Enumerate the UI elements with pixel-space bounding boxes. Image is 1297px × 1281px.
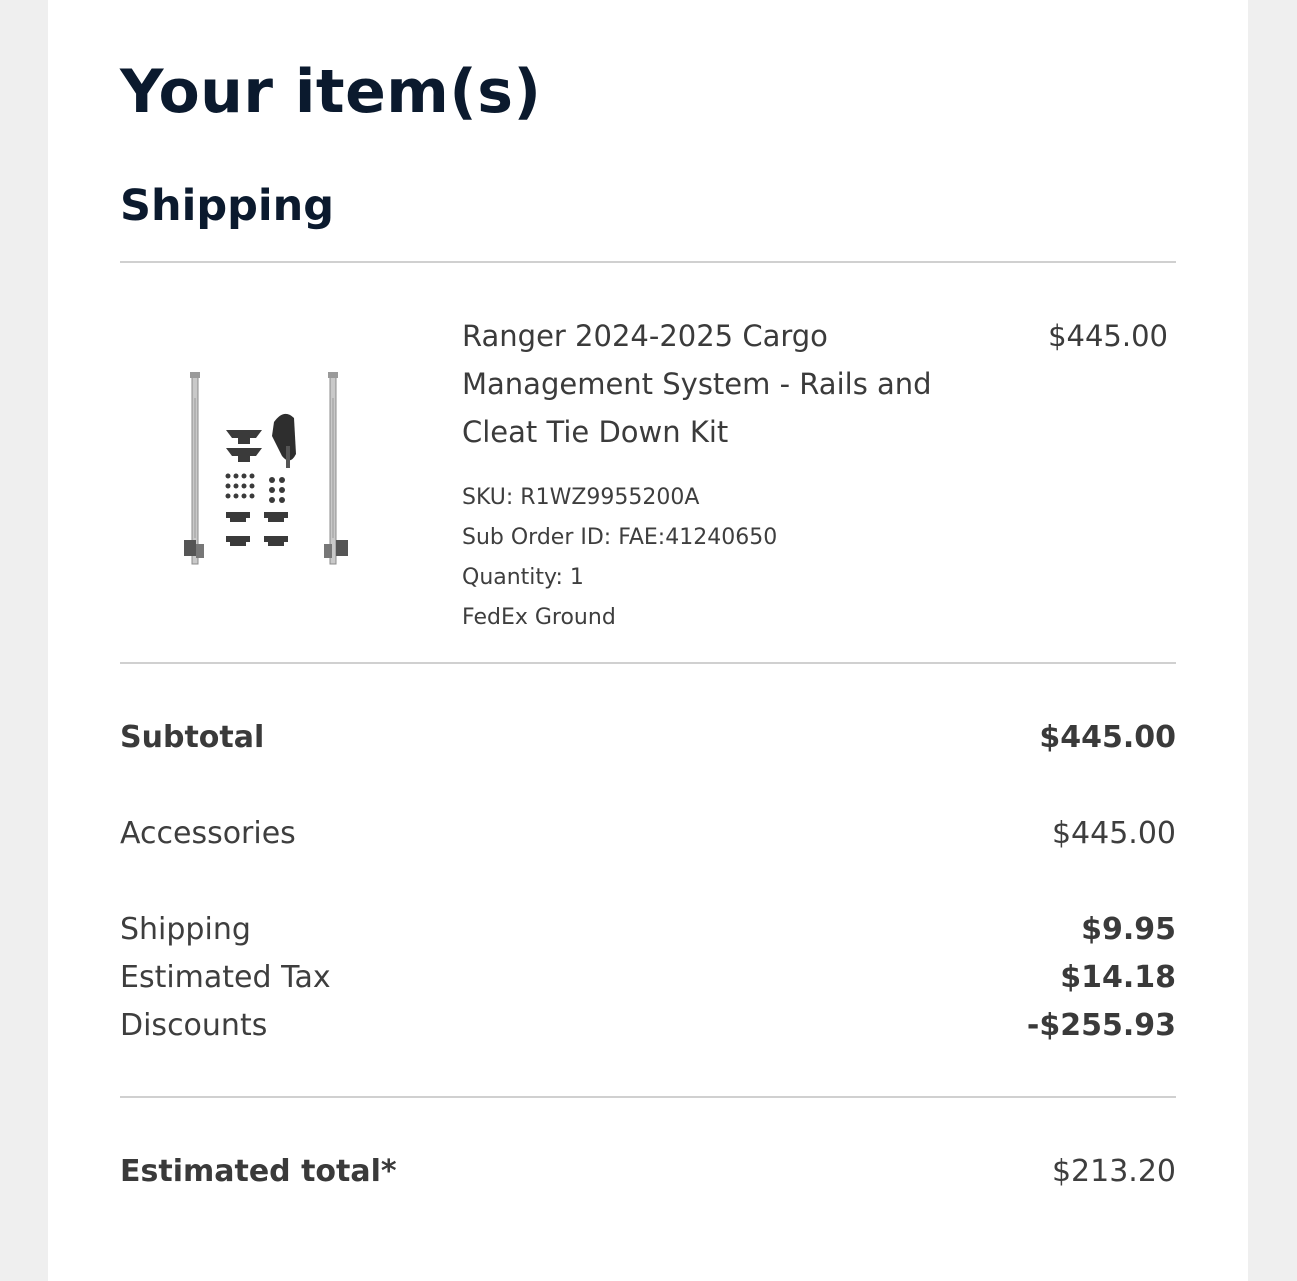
section-title-shipping: Shipping (120, 181, 335, 231)
order-card: Your item(s) Shipping Ranger 2024-2025 C… (48, 0, 1248, 1281)
divider (120, 1096, 1176, 1098)
tax-value: $14.18 (1060, 960, 1176, 995)
rail-right (324, 372, 348, 565)
product-quantity: Quantity: 1 (462, 565, 584, 590)
shipping-label: Shipping (120, 912, 251, 947)
divider (120, 662, 1176, 664)
shipping-value: $9.95 (1081, 912, 1176, 947)
product-name[interactable]: Ranger 2024-2025 Cargo Management System… (462, 312, 982, 456)
tax-label: Estimated Tax (120, 960, 331, 995)
discounts-value: -$255.93 (1026, 1008, 1176, 1043)
rail-left (184, 372, 204, 565)
product-sku: SKU: R1WZ9955200A (462, 485, 700, 510)
product-image (184, 372, 348, 565)
estimated-total-value: $213.20 (1051, 1154, 1176, 1189)
shipping-method: FedEx Ground (462, 605, 616, 630)
product-price: $445.00 (1048, 319, 1168, 353)
estimated-total-label: Estimated total* (120, 1154, 397, 1189)
page-title: Your item(s) (120, 57, 542, 127)
discounts-label: Discounts (120, 1008, 268, 1043)
subtotal-label: Subtotal (120, 720, 265, 755)
sub-order-id: Sub Order ID: FAE:41240650 (462, 525, 778, 550)
subtotal-value: $445.00 (1039, 720, 1176, 755)
divider (120, 261, 1176, 263)
accessories-label: Accessories (120, 816, 296, 851)
accessories-value: $445.00 (1051, 816, 1176, 851)
